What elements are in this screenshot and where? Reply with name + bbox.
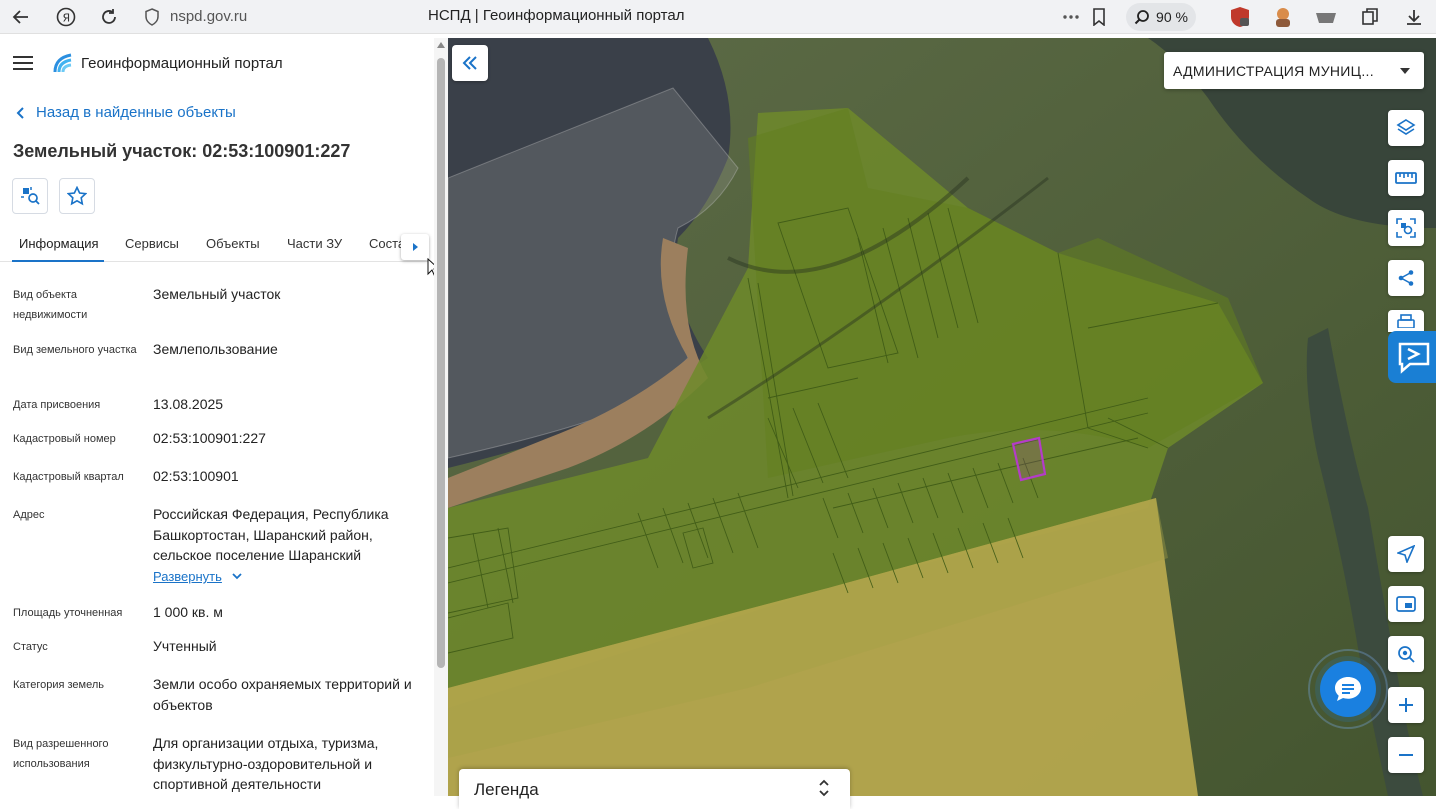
zoom-level: 90 % xyxy=(1156,9,1188,25)
prop-value-assigned-date: 13.08.2025 xyxy=(153,396,224,412)
prop-label-object-type: Вид объекта недвижимости xyxy=(13,289,88,321)
administration-select-value: АДМИНИСТРАЦИЯ МУНИЦ... xyxy=(1173,62,1374,79)
reload-icon[interactable] xyxy=(96,4,122,30)
layers-button[interactable] xyxy=(1388,110,1424,146)
bookmark-icon[interactable] xyxy=(1086,4,1112,30)
zoom-indicator[interactable]: 90 % xyxy=(1126,3,1196,31)
tab-objects[interactable]: Объекты xyxy=(206,236,260,251)
select-area-button[interactable] xyxy=(1388,210,1424,246)
map-view[interactable] xyxy=(448,38,1436,796)
extension-shield-icon[interactable] xyxy=(1227,4,1253,30)
prop-value-cadastral-quarter: 02:53:100901 xyxy=(153,468,239,484)
geo-search-button[interactable] xyxy=(1388,636,1424,672)
prop-value-address: Российская Федерация, Республика Башкорт… xyxy=(153,506,389,563)
chevron-left-icon xyxy=(16,106,24,119)
prop-value-land-category: Земли особо охраняемых территорий и объе… xyxy=(153,676,412,713)
prop-label-address: Адрес xyxy=(13,509,45,521)
portal-logo xyxy=(53,53,72,73)
browser-toolbar: Я nspd.gov.ru НСПД | Геоинформационный п… xyxy=(0,0,1436,34)
menu-icon[interactable] xyxy=(13,56,33,70)
prop-label-cadastral-quarter: Кадастровый квартал xyxy=(13,471,124,483)
locate-object-button[interactable] xyxy=(12,178,48,214)
browser-tab-title: НСПД | Геоинформационный портал xyxy=(428,7,685,24)
expand-collapse-icon[interactable] xyxy=(818,779,830,797)
portal-title: Геоинформационный портал xyxy=(81,55,283,72)
ruler-icon xyxy=(1395,172,1417,184)
address-bar[interactable]: nspd.gov.ru xyxy=(170,8,247,25)
dropdown-arrow-icon xyxy=(1400,68,1410,74)
extension-avatar-icon[interactable] xyxy=(1270,4,1296,30)
locate-icon xyxy=(1397,545,1415,563)
zoom-out-button[interactable] xyxy=(1388,737,1424,773)
double-chevron-left-icon xyxy=(462,56,477,70)
svg-text:Я: Я xyxy=(63,12,71,25)
tab-composition[interactable]: Соста xyxy=(369,236,405,251)
prop-value-object-type: Земельный участок xyxy=(153,286,281,302)
zoom-out-icon xyxy=(1399,754,1413,756)
prop-label-permitted-use: Вид разрешенного использования xyxy=(13,738,109,770)
object-tabs: Информация Сервисы Объекты Части ЗУ Сост… xyxy=(0,228,432,262)
chevron-down-icon xyxy=(232,573,242,580)
back-link-label: Назад в найденные объекты xyxy=(36,104,236,121)
scroll-up-icon[interactable] xyxy=(437,42,445,48)
back-to-results-link[interactable]: Назад в найденные объекты xyxy=(16,104,236,121)
tab-info[interactable]: Информация xyxy=(19,236,99,251)
my-location-button[interactable] xyxy=(1388,536,1424,572)
legend-title: Легенда xyxy=(474,780,539,799)
extension-grey-icon[interactable] xyxy=(1313,4,1339,30)
share-icon xyxy=(1398,270,1414,286)
prop-label-land-type: Вид земельного участка xyxy=(13,344,137,356)
active-tab-indicator xyxy=(12,260,104,262)
zoom-in-button[interactable] xyxy=(1388,687,1424,723)
satellite-map xyxy=(448,38,1436,796)
prop-label-assigned-date: Дата присвоения xyxy=(13,399,101,411)
prop-label-cadastral-number: Кадастровый номер xyxy=(13,433,116,445)
site-shield-icon[interactable] xyxy=(139,4,165,30)
prop-label-area: Площадь уточненная xyxy=(13,607,123,619)
tabs-scroll-right-button[interactable] xyxy=(401,234,429,260)
expand-address-link[interactable]: Развернуть xyxy=(153,569,242,584)
panel-scrollbar-thumb[interactable] xyxy=(437,58,445,668)
more-dots-icon[interactable] xyxy=(1058,4,1084,30)
page-title: Земельный участок: 02:53:100901:227 xyxy=(13,141,351,161)
prop-value-cadastral-number: 02:53:100901:227 xyxy=(153,430,266,446)
prop-value-area: 1 000 кв. м xyxy=(153,604,223,620)
collections-icon[interactable] xyxy=(1357,4,1383,30)
star-icon xyxy=(67,186,87,206)
geo-search-icon xyxy=(1398,646,1415,663)
share-button[interactable] xyxy=(1388,260,1424,296)
print-icon xyxy=(1397,314,1415,328)
expand-label: Развернуть xyxy=(153,569,222,584)
administration-select[interactable]: АДМИНИСТРАЦИЯ МУНИЦ... xyxy=(1164,52,1424,89)
prop-value-status: Учтенный xyxy=(153,638,217,654)
legend-panel[interactable]: Легенда xyxy=(459,769,850,809)
prop-label-land-category: Категория земель xyxy=(13,679,104,691)
tab-services[interactable]: Сервисы xyxy=(125,236,179,251)
minimap-button[interactable] xyxy=(1388,586,1424,622)
zoom-search-icon xyxy=(1134,10,1149,25)
locate-on-map-icon xyxy=(21,187,40,205)
back-arrow-icon[interactable] xyxy=(8,4,34,30)
layers-icon xyxy=(1396,119,1416,135)
prop-value-permitted-use: Для организации отдыха, туризма, физкуль… xyxy=(153,735,379,792)
prop-value-land-type: Землепользование xyxy=(153,341,278,357)
yandex-icon[interactable]: Я xyxy=(53,4,79,30)
ruler-button[interactable] xyxy=(1388,160,1424,196)
chat-button[interactable] xyxy=(1320,661,1376,717)
collapse-panel-button[interactable] xyxy=(452,45,488,81)
print-button[interactable] xyxy=(1388,310,1424,332)
prop-label-status: Статус xyxy=(13,641,48,653)
chat-bubble-icon xyxy=(1335,677,1361,701)
favorite-button[interactable] xyxy=(59,178,95,214)
minimap-icon xyxy=(1396,596,1416,612)
feedback-logo-icon xyxy=(1398,342,1430,374)
caret-right-icon xyxy=(413,243,418,251)
zoom-in-icon xyxy=(1399,698,1413,712)
select-area-icon xyxy=(1396,218,1416,238)
gosuslugi-widget-button[interactable] xyxy=(1388,331,1436,383)
download-icon[interactable] xyxy=(1401,4,1427,30)
tab-land-parts[interactable]: Части ЗУ xyxy=(287,236,342,251)
